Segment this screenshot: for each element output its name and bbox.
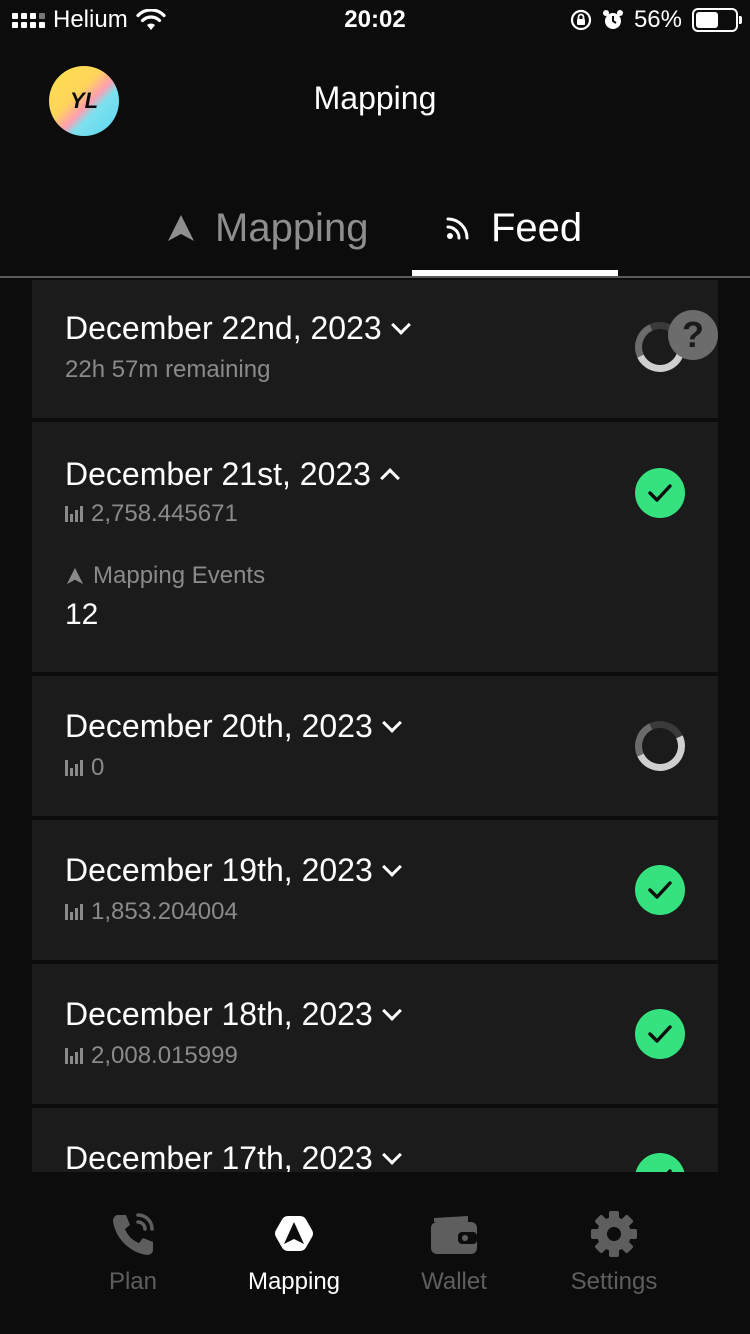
feed-item[interactable]: December 22nd, 2023 22h 57m remaining ? <box>32 280 718 418</box>
feed-item-subtitle: 22h 57m remaining <box>65 356 271 383</box>
chevron-up-icon <box>380 467 400 488</box>
wallet-icon <box>431 1216 477 1254</box>
feed-item[interactable]: December 19th, 2023 1,853.204004 <box>32 820 718 960</box>
feed-item-value: 2,008.015999 <box>91 1042 238 1069</box>
feed-item[interactable]: December 21st, 2023 2,758.445671 Mapping… <box>32 422 718 672</box>
chevron-down-icon <box>381 1000 402 1021</box>
tab-mapping-label: Mapping <box>215 205 369 250</box>
nav-item-settings[interactable]: Settings <box>534 1208 694 1296</box>
mapping-events-value: 12 <box>65 598 99 631</box>
tab-feed[interactable]: Feed <box>443 180 582 276</box>
feed-item-header[interactable]: December 20th, 2023 <box>65 708 402 745</box>
bottom-nav: Plan Mapping Wallet Settings <box>0 1172 750 1334</box>
feed-item-header[interactable]: December 22nd, 2023 <box>65 310 411 347</box>
mapping-events-label: Mapping Events <box>93 562 266 589</box>
check-circle-icon <box>635 1009 685 1059</box>
nav-item-plan[interactable]: Plan <box>53 1208 213 1296</box>
feed-item[interactable]: December 18th, 2023 2,008.015999 <box>32 964 718 1104</box>
feed-item-header[interactable]: December 21st, 2023 <box>65 456 400 493</box>
app-header: YL Mapping <box>0 50 750 160</box>
phone-signal-icon <box>113 1213 154 1255</box>
feed-item-value: 2,758.445671 <box>91 500 238 527</box>
navigation-arrow-icon <box>168 215 194 241</box>
navigation-arrow-icon <box>66 567 84 585</box>
signal-bars-icon <box>65 904 83 920</box>
chevron-down-icon <box>381 712 402 733</box>
feed-item-header[interactable]: December 17th, 2023 <box>65 1140 402 1172</box>
signal-bars-icon <box>65 760 83 776</box>
feed-item-date: December 18th, 2023 <box>65 996 373 1032</box>
check-circle-icon <box>635 468 685 518</box>
signal-bars-icon <box>65 506 83 522</box>
tab-feed-label: Feed <box>491 205 583 250</box>
feed-item-header[interactable]: December 18th, 2023 <box>65 996 402 1033</box>
feed-item-date: December 17th, 2023 <box>65 1140 373 1172</box>
pending-spinner-icon <box>627 713 693 779</box>
question-mark-icon[interactable]: ? <box>668 310 718 360</box>
nav-item-wallet[interactable]: Wallet <box>374 1208 534 1296</box>
page-title: Mapping <box>313 80 437 116</box>
chevron-down-icon <box>381 856 402 877</box>
nav-label-mapping: Mapping <box>247 1268 341 1295</box>
battery-percent: 56% <box>633 6 682 33</box>
tab-mapping[interactable]: Mapping <box>165 180 368 276</box>
gear-icon <box>591 1211 637 1257</box>
feed-item-date: December 21st, 2023 <box>65 456 371 492</box>
rotation-lock-icon <box>570 9 592 31</box>
active-tab-indicator <box>412 270 618 276</box>
nav-label-settings: Settings <box>570 1268 658 1295</box>
rss-feed-icon <box>446 217 469 240</box>
feed-item-value: 0 <box>91 754 105 781</box>
feed-item-value: 1,853.204004 <box>91 898 238 925</box>
feed-item-header[interactable]: December 19th, 2023 <box>65 852 402 889</box>
feed-list[interactable]: December 22nd, 2023 22h 57m remaining ? … <box>0 280 750 1172</box>
chevron-down-icon <box>381 1144 402 1165</box>
nav-label-wallet: Wallet <box>421 1268 487 1295</box>
chevron-down-icon <box>390 314 411 335</box>
signal-bars-icon <box>65 1048 83 1064</box>
feed-item[interactable]: December 20th, 2023 0 <box>32 676 718 816</box>
battery-icon <box>692 8 742 32</box>
check-circle-icon <box>635 865 685 915</box>
feed-item-date: December 19th, 2023 <box>65 852 373 888</box>
status-right: 56% <box>570 6 742 34</box>
navigation-arrow-icon <box>275 1216 313 1251</box>
check-circle-icon <box>635 1153 685 1172</box>
tab-bar: Mapping Feed <box>0 180 750 278</box>
nav-item-mapping[interactable]: Mapping <box>214 1208 374 1296</box>
alarm-icon <box>602 10 623 29</box>
nav-label-plan: Plan <box>108 1268 158 1295</box>
status-bar: Helium 20:02 56% <box>0 0 750 42</box>
feed-item[interactable]: December 17th, 2023 <box>32 1108 718 1172</box>
feed-item-date: December 22nd, 2023 <box>65 310 382 346</box>
feed-item-date: December 20th, 2023 <box>65 708 373 744</box>
